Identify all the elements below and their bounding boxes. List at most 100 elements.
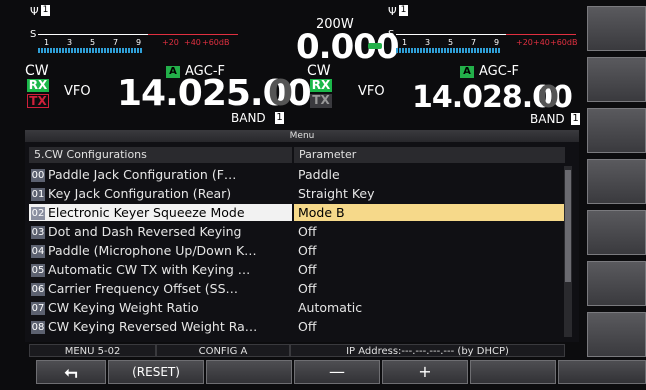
plus-button[interactable]: + (382, 360, 468, 384)
return-arrow-icon: ⮢ (64, 362, 78, 381)
band-label-sub: BAND (530, 112, 565, 126)
s-scale-3: 3 (67, 38, 73, 47)
menu-item-label: Paddle Jack Configuration (F… (48, 167, 237, 182)
tx-indicator-sub: TX (310, 94, 332, 108)
s-scale-5: 5 (90, 38, 96, 47)
right-softkey-1[interactable] (587, 6, 646, 51)
menu-item-cell[interactable]: 07 CW Keying Weight Ratio (29, 299, 292, 316)
menu-row[interactable]: 01 Key Jack Configuration (Rear) Straight … (29, 185, 589, 202)
menu-parameter-value[interactable]: Off (294, 280, 565, 297)
menu-row[interactable]: 07 CW Keying Weight Ratio Automatic (29, 299, 589, 316)
menu-item-number: 06 (31, 283, 45, 296)
right-softkey-4[interactable] (587, 159, 646, 204)
menu-title: Menu (25, 130, 579, 142)
right-softkey-6[interactable] (587, 261, 646, 306)
menu-item-number: 08 (31, 321, 45, 334)
vfo-label-sub: VFO (358, 84, 385, 99)
power-readout: 0.000 (296, 27, 400, 67)
mode-label-sub: CW (307, 63, 331, 79)
tx-indicator: TX (27, 94, 49, 108)
menu-number-status: MENU 5-02 (29, 344, 156, 357)
right-softkey-7[interactable] (587, 312, 646, 357)
menu-scrollbar[interactable] (564, 166, 572, 337)
s-scale-5-sub: 5 (448, 38, 454, 47)
s-scale-plus20: +20 (162, 38, 179, 47)
s-meter-line-red (148, 34, 238, 35)
right-softkey-5[interactable] (587, 210, 646, 255)
menu-parameter-value[interactable]: Mode B (294, 204, 565, 221)
menu-scrollbar-thumb[interactable] (565, 170, 571, 282)
right-softkey-2[interactable] (587, 57, 646, 102)
s-meter-line-red-sub (506, 34, 576, 35)
menu-item-number: 04 (31, 245, 45, 258)
menu-parameter-value[interactable]: Straight Key (294, 185, 565, 202)
menu-item-label: Electronic Keyer Squeeze Mode (48, 205, 245, 220)
softkey-6[interactable] (470, 360, 556, 384)
antenna-number-sub: 1 (399, 5, 408, 16)
menu-row[interactable]: 06 Carrier Frequency Offset (SS… Off (29, 280, 589, 297)
menu-item-cell[interactable]: 08 CW Keying Reversed Weight Ra… (29, 318, 292, 335)
right-softkey-3[interactable] (587, 108, 646, 153)
menu-item-label: Key Jack Configuration (Rear) (48, 186, 232, 201)
menu-parameter-value[interactable]: Paddle (294, 166, 565, 183)
s-meter-bar (38, 48, 142, 53)
s-scale-plus40-sub: +40 (533, 38, 550, 47)
softkey-7[interactable] (558, 360, 646, 384)
menu-item-cell[interactable]: 02 Electronic Keyer Squeeze Mode (29, 204, 292, 221)
menu-item-number: 01 (31, 188, 45, 201)
back-button[interactable]: ⮢ (36, 360, 106, 384)
s-meter-label: S (30, 29, 37, 40)
menu-item-number: 07 (31, 302, 45, 315)
menu-item-cell[interactable]: 01 Key Jack Configuration (Rear) (29, 185, 292, 202)
rx-indicator: RX (27, 78, 49, 92)
menu-parameter-value[interactable]: Off (294, 242, 565, 259)
s-scale-plus40: +40 (184, 38, 201, 47)
antenna-icon-sub: Ψ (388, 5, 397, 18)
s-meter-label-sub: S (388, 29, 395, 40)
menu-item-cell[interactable]: 00 Paddle Jack Configuration (F… (29, 166, 292, 183)
link-indicator (368, 43, 382, 49)
menu-item-label: Dot and Dash Reversed Keying (48, 224, 242, 239)
antenna-number: 1 (41, 5, 50, 16)
menu-item-cell[interactable]: 04 Paddle (Microphone Up/Down K… (29, 242, 292, 259)
frequency-sub-last-digit: 0 (538, 80, 559, 115)
reset-button[interactable]: (RESET) (108, 360, 204, 384)
menu-parameter-value[interactable]: Off (294, 261, 565, 278)
menu-item-label: Paddle (Microphone Up/Down K… (48, 243, 257, 258)
menu-row[interactable]: 03 Dot and Dash Reversed Keying Off (29, 223, 589, 240)
band-label: BAND (231, 111, 266, 125)
menu-item-cell[interactable]: 03 Dot and Dash Reversed Keying (29, 223, 292, 240)
menu-row[interactable]: 08 CW Keying Reversed Weight Ra… Off (29, 318, 589, 335)
rx-indicator-sub: RX (310, 78, 332, 92)
menu-parameter-value[interactable]: Off (294, 318, 565, 335)
s-meter-bar-sub (396, 48, 500, 53)
menu-row[interactable]: 05 Automatic CW TX with Keying … Off (29, 261, 589, 278)
minus-button[interactable]: — (294, 360, 380, 384)
menu-parameter-header: Parameter (294, 147, 565, 163)
s-meter-line-white-sub (396, 34, 506, 35)
s-scale-plus60-sub: +60dB (550, 38, 578, 47)
menu-row[interactable]: 00 Paddle Jack Configuration (F… Paddle (29, 166, 589, 183)
mode-label: CW (25, 63, 49, 79)
s-scale-plus20-sub: +20 (516, 38, 533, 47)
menu-category-header: 5.CW Configurations (29, 147, 292, 163)
agc-label-sub: AGC-F (479, 64, 519, 79)
s-scale-7: 7 (113, 38, 119, 47)
menu-item-cell[interactable]: 05 Automatic CW TX with Keying … (29, 261, 292, 278)
menu-parameter-value[interactable]: Off (294, 223, 565, 240)
menu-item-cell[interactable]: 06 Carrier Frequency Offset (SS… (29, 280, 292, 297)
menu-panel: Menu 5.CW Configurations Parameter 00 Pad… (25, 130, 579, 342)
menu-row[interactable]: 04 Paddle (Microphone Up/Down K… Off (29, 242, 589, 259)
band-number: 1 (275, 112, 284, 124)
menu-parameter-value[interactable]: Automatic (294, 299, 565, 316)
softkey-3[interactable] (206, 360, 292, 384)
vfo-label: VFO (64, 84, 91, 99)
menu-item-label: Automatic CW TX with Keying … (48, 262, 251, 277)
menu-item-label: CW Keying Reversed Weight Ra… (48, 319, 258, 334)
s-scale-plus60: +60dB (202, 38, 230, 47)
menu-row[interactable]: 02 Electronic Keyer Squeeze Mode Mode B (29, 204, 589, 221)
frequency-last-digit: 0 (268, 73, 293, 114)
s-scale-9: 9 (136, 38, 142, 47)
s-scale-7-sub: 7 (471, 38, 477, 47)
menu-item-label: Carrier Frequency Offset (SS… (48, 281, 239, 296)
